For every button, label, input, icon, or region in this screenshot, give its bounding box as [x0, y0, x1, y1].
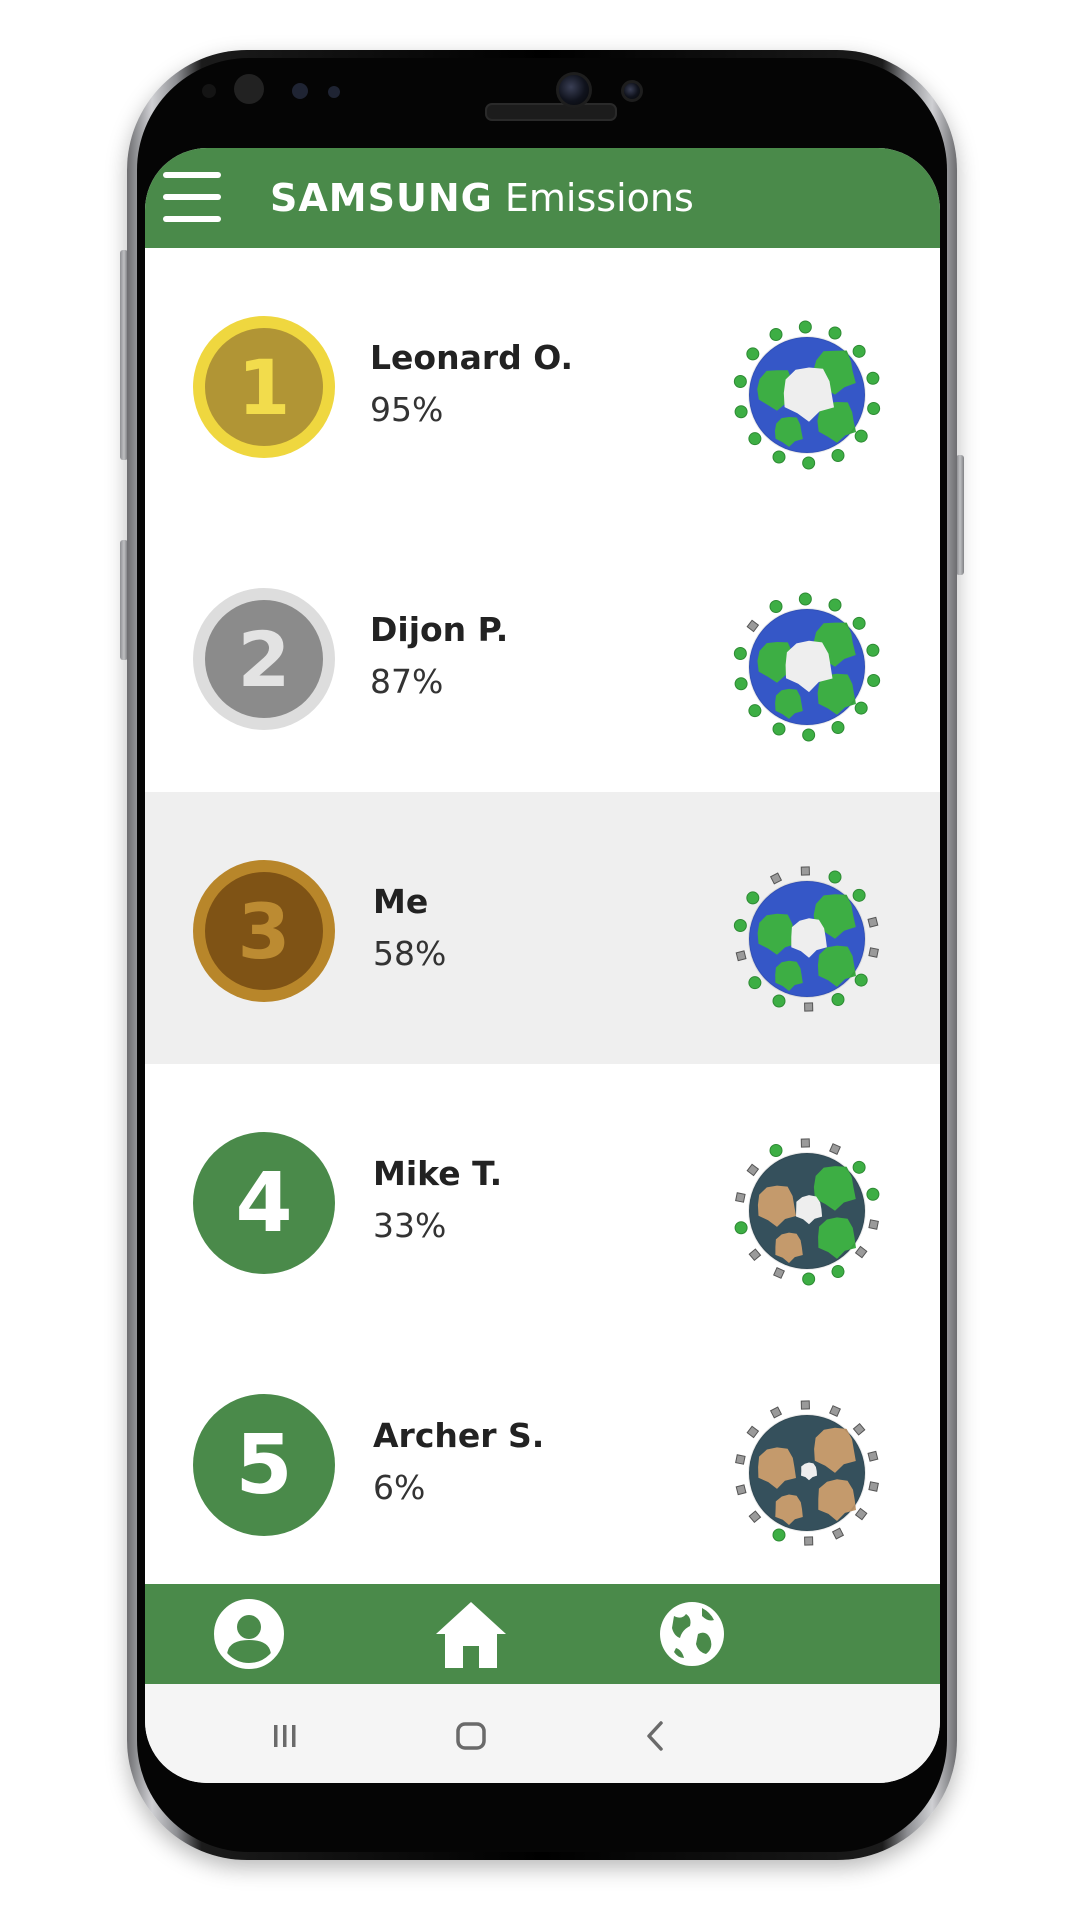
player-name: Archer S.: [373, 1416, 545, 1455]
leaderboard-row[interactable]: 2 Dijon P. 87%: [145, 520, 940, 792]
sensor-icon: [292, 83, 308, 99]
rank-badge: 4: [193, 1132, 335, 1274]
globe-icon: [733, 866, 879, 1012]
hamburger-menu-icon[interactable]: [163, 172, 221, 224]
phone-screen: SAMSUNG Emissions 1 Leonard O. 95% 2 Dij…: [145, 148, 940, 1783]
globe-icon[interactable]: [652, 1594, 732, 1674]
bottom-navigation-bar: [145, 1584, 940, 1684]
rank-badge: 5: [193, 1394, 335, 1536]
rank-number: 3: [205, 872, 323, 990]
earpiece-speaker: [485, 103, 617, 121]
iris-camera-icon: [621, 80, 643, 102]
app-header: SAMSUNG Emissions: [145, 148, 940, 248]
player-name: Dijon P.: [370, 610, 509, 649]
back-icon[interactable]: [625, 1706, 685, 1766]
app-title: SAMSUNG Emissions: [270, 148, 694, 248]
sensor-icon: [202, 84, 216, 98]
rank-number: 2: [205, 600, 323, 718]
home-button-icon[interactable]: [441, 1706, 501, 1766]
home-icon[interactable]: [431, 1594, 511, 1674]
globe-icon: [733, 320, 881, 470]
leaderboard-row[interactable]: 5 Archer S. 6%: [145, 1326, 940, 1598]
player-score: 58%: [373, 934, 447, 973]
globe-icon: [735, 1400, 879, 1546]
iris-sensor-icon: [234, 74, 264, 104]
power-button: [956, 455, 964, 575]
leaderboard-row-current-user[interactable]: 3 Me 58%: [145, 792, 940, 1064]
rank-medal-gold: 1: [193, 316, 335, 458]
globe-icon: [734, 1138, 880, 1286]
system-navigation-bar: [145, 1684, 940, 1783]
recent-apps-icon[interactable]: [255, 1706, 315, 1766]
player-score: 6%: [373, 1468, 426, 1507]
profile-icon[interactable]: [209, 1594, 289, 1674]
brand-name: SAMSUNG: [270, 176, 493, 220]
rank-medal-bronze: 3: [193, 860, 335, 1002]
leaderboard-row[interactable]: 4 Mike T. 33%: [145, 1064, 940, 1336]
rank-number: 1: [205, 328, 323, 446]
front-camera-icon: [556, 72, 592, 108]
player-name: Leonard O.: [370, 338, 574, 377]
player-name: Mike T.: [373, 1154, 503, 1193]
player-name: Me: [373, 882, 429, 921]
rank-number: 5: [235, 1417, 293, 1513]
rank-medal-silver: 2: [193, 588, 335, 730]
rank-number: 4: [235, 1155, 293, 1251]
player-score: 87%: [370, 662, 444, 701]
sensor-icon: [328, 86, 340, 98]
globe-icon: [733, 592, 881, 742]
player-score: 95%: [370, 390, 444, 429]
player-score: 33%: [373, 1206, 447, 1245]
leaderboard-row[interactable]: 1 Leonard O. 95%: [145, 248, 940, 520]
app-title-text: Emissions: [504, 176, 694, 220]
